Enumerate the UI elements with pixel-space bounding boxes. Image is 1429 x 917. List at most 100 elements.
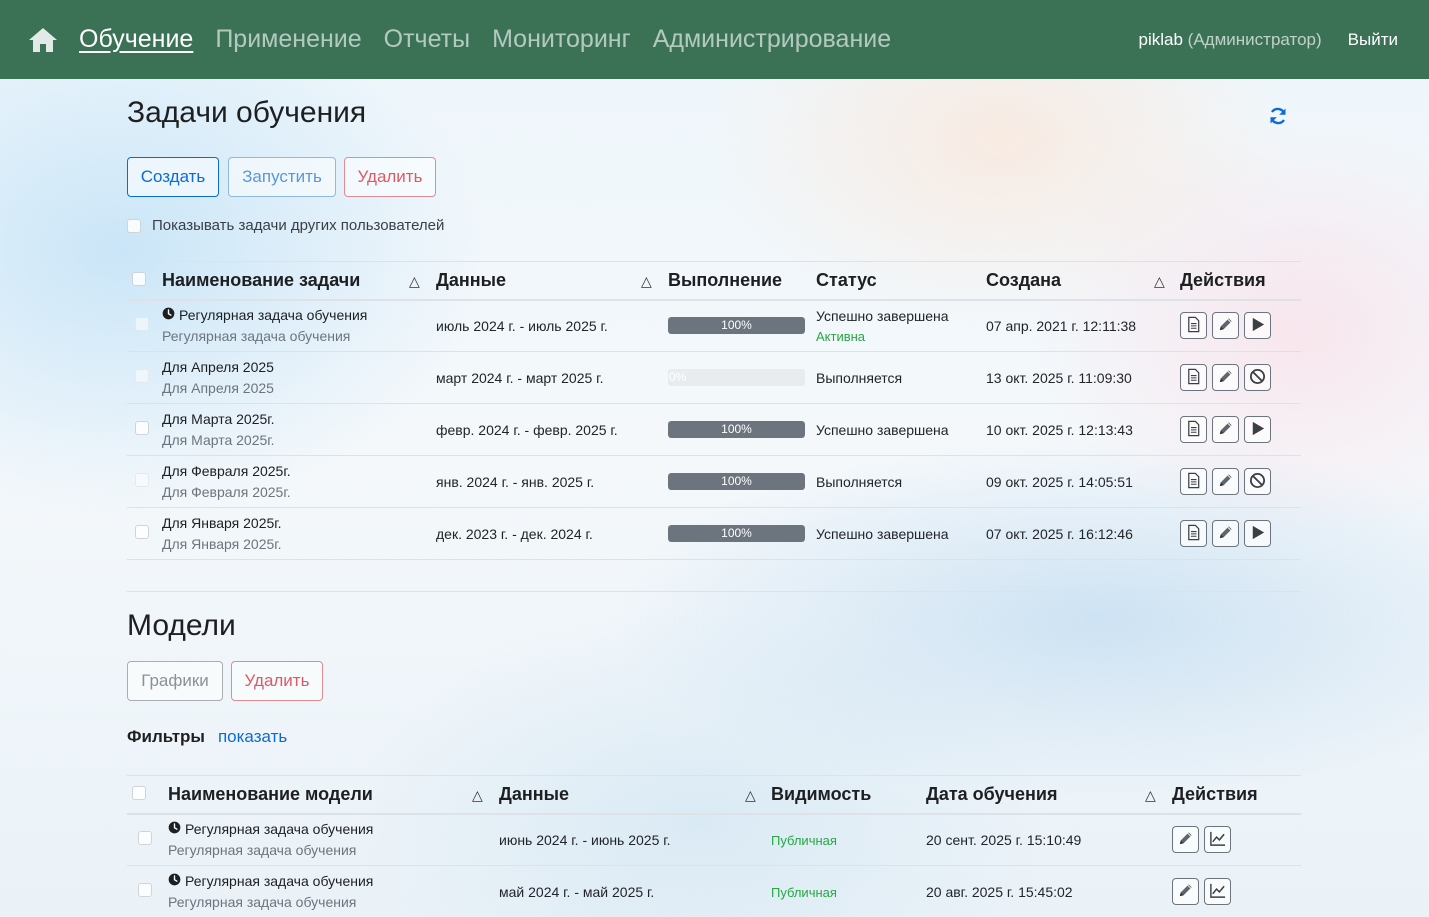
col-model-name[interactable]: Наименование модели △ [168, 775, 499, 815]
col-task-name[interactable]: Наименование задачи △ [162, 261, 436, 301]
models-table: Наименование модели △ Данные △ Видимость Д… [127, 775, 1301, 917]
model-trained-cell: 20 авг. 2025 г. 15:45:02 [926, 865, 1172, 917]
col-model-actions-label: Действия [1172, 783, 1258, 804]
task-row[interactable]: Для Февраля 2025г. Для Февраля 2025г. янв.… [127, 455, 1301, 508]
task-name[interactable]: Регулярная задача обучения [179, 307, 367, 323]
charts-button[interactable]: Графики [127, 661, 223, 701]
task-progress-cell: 100% [668, 403, 816, 456]
task-name[interactable]: Для Апреля 2025 [162, 359, 274, 375]
create-task-button[interactable]: Создать [127, 157, 219, 197]
edit-button[interactable] [1212, 364, 1239, 391]
row-checkbox[interactable] [135, 473, 149, 487]
edit-button[interactable] [1212, 416, 1239, 443]
run-task-button[interactable]: Запустить [228, 157, 336, 197]
col-created[interactable]: Создана △ [986, 261, 1180, 301]
task-progress-cell: 0% [668, 351, 816, 404]
edit-button[interactable] [1212, 520, 1239, 547]
edit-button[interactable] [1172, 826, 1199, 854]
col-status-label: Статус [816, 269, 877, 290]
col-actions-label: Действия [1180, 269, 1266, 290]
task-status-cell: Выполняется [816, 455, 986, 508]
sort-icon[interactable]: △ [745, 787, 756, 804]
nav-item-monitoring[interactable]: Мониторинг [492, 25, 631, 54]
user-name: piklab [1138, 29, 1183, 49]
task-status: Успешно завершена [816, 307, 949, 324]
task-status-cell: Успешно завершена Активна [816, 299, 986, 352]
col-task-name-label: Наименование задачи [162, 269, 361, 290]
task-row[interactable]: Для Апреля 2025 Для Апреля 2025 март 2024 … [127, 351, 1301, 404]
task-name[interactable]: Для Марта 2025г. [162, 411, 275, 427]
row-checkbox[interactable] [138, 883, 152, 897]
sort-icon[interactable]: △ [641, 273, 652, 290]
chart-button[interactable] [1204, 826, 1231, 854]
task-data-cell: дек. 2023 г. - дек. 2024 г. [436, 507, 668, 560]
delete-model-button[interactable]: Удалить [231, 661, 323, 701]
run-button[interactable] [1244, 312, 1271, 340]
home-icon[interactable] [28, 27, 58, 53]
task-row[interactable]: Для Января 2025г. Для Января 2025г. дек. 2… [127, 507, 1301, 560]
sort-icon[interactable]: △ [1145, 787, 1156, 804]
play-icon [1249, 420, 1266, 440]
select-all-tasks-checkbox[interactable] [132, 271, 146, 286]
col-trained-date[interactable]: Дата обучения △ [926, 775, 1172, 815]
model-name[interactable]: Регулярная задача обучения [185, 821, 373, 837]
model-row[interactable]: Регулярная задача обучения Регулярная зад… [127, 865, 1301, 917]
edit-button[interactable] [1172, 878, 1199, 905]
col-visibility: Видимость [771, 775, 926, 815]
task-name[interactable]: Для Февраля 2025г. [162, 463, 291, 479]
task-status: Успешно завершена [816, 525, 949, 542]
edit-button[interactable] [1212, 312, 1239, 340]
clock-icon [168, 821, 181, 837]
log-button[interactable] [1180, 520, 1207, 547]
task-row[interactable]: Регулярная задача обучения Регулярная зад… [127, 299, 1301, 352]
chart-button[interactable] [1204, 878, 1231, 905]
run-button[interactable] [1244, 520, 1271, 547]
filters-show-link[interactable]: показать [218, 727, 287, 747]
row-checkbox[interactable] [135, 421, 149, 435]
task-progress-cell: 100% [668, 455, 816, 508]
sort-icon[interactable]: △ [409, 273, 420, 290]
task-row[interactable]: Для Марта 2025г. Для Марта 2025г. февр. 20… [127, 403, 1301, 456]
log-button[interactable] [1180, 468, 1207, 495]
nav-item-training[interactable]: Обучение [79, 25, 193, 54]
row-checkbox[interactable] [135, 369, 149, 383]
row-select-cell [127, 299, 162, 352]
log-button[interactable] [1180, 312, 1207, 340]
task-status: Выполняется [816, 473, 903, 490]
sort-icon[interactable]: △ [1154, 273, 1165, 290]
row-checkbox[interactable] [135, 525, 149, 539]
delete-task-button[interactable]: Удалить [344, 157, 436, 197]
col-model-data[interactable]: Данные △ [499, 775, 771, 815]
cancel-button[interactable] [1244, 468, 1271, 495]
model-data-cell: июнь 2024 г. - июнь 2025 г. [499, 813, 771, 866]
row-checkbox[interactable] [138, 831, 152, 846]
logout-link[interactable]: Выйти [1348, 30, 1398, 50]
show-others-checkbox[interactable] [127, 218, 141, 233]
model-visibility-cell: Публичная [771, 865, 926, 917]
model-row[interactable]: Регулярная задача обучения Регулярная зад… [127, 813, 1301, 866]
model-name[interactable]: Регулярная задача обучения [185, 873, 373, 889]
refresh-icon[interactable] [1268, 106, 1288, 126]
model-name-cell: Регулярная задача обучения Регулярная зад… [168, 865, 499, 917]
select-all-models-checkbox[interactable] [132, 785, 146, 800]
run-button[interactable] [1244, 416, 1271, 443]
nav-item-application[interactable]: Применение [215, 25, 361, 54]
col-status: Статус [816, 261, 986, 301]
cancel-button[interactable] [1244, 364, 1271, 391]
log-button[interactable] [1180, 416, 1207, 443]
row-checkbox[interactable] [135, 317, 149, 332]
nav-item-reports[interactable]: Отчеты [384, 25, 470, 54]
visibility-badge: Публичная [771, 832, 837, 848]
log-button[interactable] [1180, 364, 1207, 391]
task-name[interactable]: Для Января 2025г. [162, 515, 282, 531]
nav-item-administration[interactable]: Администрирование [653, 25, 891, 54]
row-select-cell [127, 507, 162, 560]
row-select-cell [127, 351, 162, 404]
col-model-actions: Действия [1172, 775, 1301, 815]
col-data[interactable]: Данные △ [436, 261, 668, 301]
col-visibility-label: Видимость [771, 783, 872, 804]
play-icon [1249, 316, 1266, 336]
sort-icon[interactable]: △ [472, 787, 483, 804]
progress-fill: 100% [668, 525, 805, 542]
edit-button[interactable] [1212, 468, 1239, 495]
